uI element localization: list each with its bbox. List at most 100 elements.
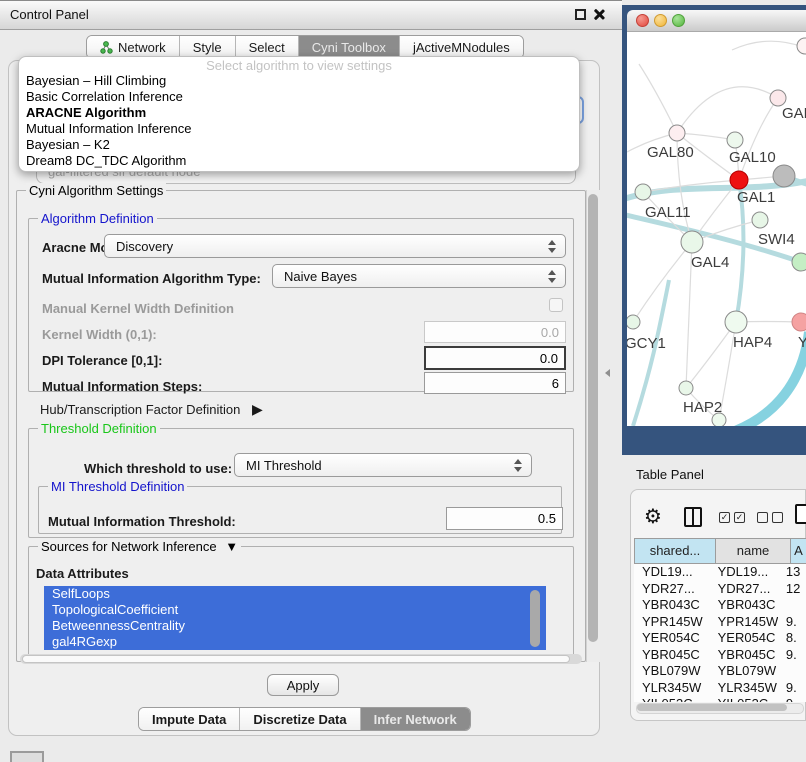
hub-section-toggle[interactable]: Hub/Transcription Factor Definition ▶ [40,401,263,418]
list-scrollbar-thumb[interactable] [530,590,540,647]
dropdown-item[interactable]: Bayesian – Hill Climbing [19,73,579,89]
float-panel-icon[interactable] [575,9,586,20]
minimized-panel-icon[interactable] [10,751,44,762]
combo-value: Discovery [116,239,173,254]
combo-value: MI Threshold [246,458,322,473]
algorithm-dropdown-list: Select algorithm to view settings Bayesi… [18,56,580,172]
data-attributes-list: SelfLoops TopologicalCoefficient Between… [44,586,546,650]
tab-label: Network [118,40,166,55]
minimize-traffic-light-icon[interactable] [654,14,667,27]
network-node[interactable] [627,315,640,329]
network-node-selected[interactable] [730,171,748,189]
network-window-titlebar[interactable] [627,10,806,32]
network-node[interactable] [635,184,651,200]
network-node[interactable] [752,212,768,228]
table-row[interactable]: YDR27...YDR27...12 [634,581,806,598]
network-node[interactable] [797,38,806,54]
mi-type-label: Mutual Information Algorithm Type: [42,271,261,286]
network-node[interactable] [727,132,743,148]
tab-select[interactable]: Select [236,36,299,58]
network-graph: GAL GAL80 GAL10 GAL1 GAL11 SWI4 GAL4 GCY… [627,32,806,426]
mi-type-combo[interactable]: Naive Bayes [272,264,566,288]
kernel-width-label: Kernel Width (0,1): [42,327,157,342]
tab-style[interactable]: Style [180,36,236,58]
tab-jactivemnodules[interactable]: jActiveMNodules [400,36,523,58]
table-horizontal-scrollbar-thumb[interactable] [637,704,787,711]
column-header-clipped[interactable]: A [790,538,806,564]
dropdown-item[interactable]: Basic Correlation Inference [19,89,579,105]
table-row[interactable]: YIL053CYIL053C9 [634,696,806,702]
checked-box-icon: ✓ [734,512,745,523]
unchecked-box-icon [772,512,783,523]
table-row[interactable]: YLR345WYLR345W9. [634,680,806,697]
column-header-name[interactable]: name [715,538,791,564]
gear-icon[interactable]: ⚙ [644,504,662,529]
which-threshold-label: Which threshold to use: [84,461,232,476]
mi-steps-label: Mutual Information Steps: [42,379,202,394]
dropdown-item[interactable]: Dream8 DC_TDC Algorithm [19,153,579,169]
group-title: Algorithm Definition [38,211,157,226]
table-row[interactable]: YBR045CYBR045C9. [634,647,806,664]
dpi-tolerance-input[interactable]: 0.0 [424,346,566,370]
manual-kernel-checkbox[interactable] [549,298,563,312]
which-threshold-combo[interactable]: MI Threshold [234,453,532,477]
tab-discretize-data[interactable]: Discretize Data [240,708,360,730]
deselect-all-checkboxes-icon[interactable] [757,512,783,523]
tab-cyni-toolbox[interactable]: Cyni Toolbox [299,36,400,58]
column-header-shared-name[interactable]: shared... [634,538,716,564]
settings-scrollbar-thumb[interactable] [588,194,598,642]
zoom-traffic-light-icon[interactable] [672,14,685,27]
mi-threshold-input[interactable]: 0.5 [446,507,563,530]
manual-kernel-label: Manual Kernel Width Definition [42,301,234,316]
tab-impute-data[interactable]: Impute Data [139,708,240,730]
network-node[interactable] [773,165,795,187]
kernel-width-input[interactable]: 0.0 [424,321,566,343]
bottom-tabbar: Impute Data Discretize Data Infer Networ… [138,707,471,731]
dropdown-item[interactable]: Mutual Information Inference [19,121,579,137]
network-node[interactable] [792,253,806,271]
network-canvas[interactable]: GAL GAL80 GAL10 GAL1 GAL11 SWI4 GAL4 GCY… [627,32,806,426]
node-label: GAL10 [729,149,776,166]
spinner-icon [548,239,556,254]
list-item[interactable]: BetweennessCentrality [44,618,546,634]
table-row[interactable]: YPR145WYPR145W9. [634,614,806,631]
list-item[interactable]: gal4RGexp [44,634,546,650]
network-node[interactable] [792,313,806,331]
tab-infer-network[interactable]: Infer Network [361,708,470,730]
spinner-icon [548,269,556,284]
dpi-tolerance-label: DPI Tolerance [0,1]: [42,353,162,368]
table-row[interactable]: YBR043CYBR043C [634,597,806,614]
sources-group-toggle[interactable]: Sources for Network Inference ▼ [38,539,241,554]
network-node[interactable] [679,381,693,395]
dropdown-placeholder: Select algorithm to view settings [19,59,579,73]
table-row[interactable]: YER054CYER054C8. [634,630,806,647]
network-node[interactable] [770,90,786,106]
node-label: GAL [782,105,806,122]
apply-button[interactable]: Apply [267,674,339,696]
table-row[interactable]: YDL19...YDL19...13 [634,564,806,581]
aracne-mode-combo[interactable]: Discovery [104,234,566,258]
horizontal-scrollbar-thumb[interactable] [22,655,570,663]
network-node[interactable] [681,231,703,253]
tab-network[interactable]: Network [87,36,180,58]
dropdown-item[interactable]: Bayesian – K2 [19,137,579,153]
network-node[interactable] [669,125,685,141]
checked-box-icon: ✓ [719,512,730,523]
table-row[interactable]: YBL079WYBL079W [634,663,806,680]
select-all-checkboxes-icon[interactable]: ✓ ✓ [719,512,745,523]
network-node[interactable] [725,311,747,333]
table-panel-title: Table Panel [636,467,704,482]
list-item[interactable]: SelfLoops [44,586,546,602]
mi-steps-input[interactable]: 6 [424,372,566,394]
columns-icon[interactable] [684,507,702,527]
document-icon[interactable] [795,504,806,524]
node-label: GAL4 [691,254,729,271]
dropdown-item-selected[interactable]: ARACNE Algorithm [19,105,579,121]
close-icon[interactable] [592,5,606,25]
node-label: GAL80 [647,144,694,161]
close-traffic-light-icon[interactable] [636,14,649,27]
group-title: MI Threshold Definition [48,479,187,494]
network-icon [100,41,113,54]
list-item[interactable]: TopologicalCoefficient [44,602,546,618]
panel-collapse-icon[interactable] [605,369,610,377]
